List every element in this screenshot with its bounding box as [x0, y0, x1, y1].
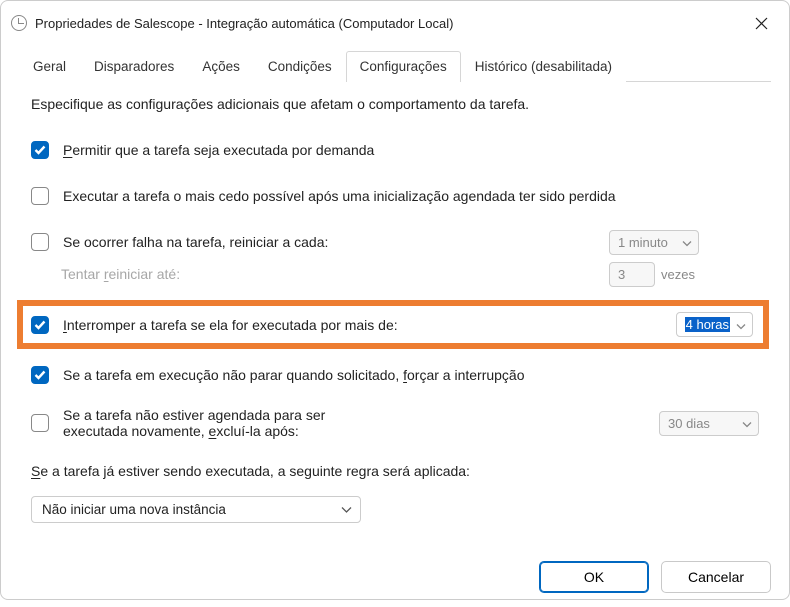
- chevron-down-icon: [742, 416, 752, 431]
- input-retry-count: 3: [609, 262, 655, 287]
- label-restart-on-fail: Se ocorrer falha na tarefa, reiniciar a …: [63, 234, 595, 250]
- row-force-stop: Se a tarefa em execução não parar quando…: [31, 361, 759, 389]
- chevron-down-icon: [736, 317, 746, 332]
- row-delete-if-not-scheduled: Se a tarefa não estiver agendada para se…: [31, 407, 759, 439]
- checkbox-stop-if-longer[interactable]: [31, 316, 49, 334]
- label-retry-unit: vezes: [661, 267, 695, 282]
- select-already-running-rule[interactable]: Não iniciar uma nova instância: [31, 496, 361, 523]
- checkbox-allow-on-demand[interactable]: [31, 141, 49, 159]
- close-icon: [755, 17, 768, 30]
- settings-description: Especifique as configurações adicionais …: [31, 96, 759, 112]
- label-allow-on-demand: Permitir que a tarefa seja executada por…: [63, 142, 759, 158]
- tab-geral[interactable]: Geral: [19, 51, 80, 82]
- checkbox-run-asap-missed[interactable]: [31, 187, 49, 205]
- close-button[interactable]: [747, 9, 775, 37]
- tab-disparadores[interactable]: Disparadores: [80, 51, 188, 82]
- chevron-down-icon: [682, 235, 692, 250]
- settings-panel: Especifique as configurações adicionais …: [1, 82, 789, 551]
- tab-historico[interactable]: Histórico (desabilitada): [461, 51, 626, 82]
- ok-button[interactable]: OK: [539, 561, 649, 593]
- properties-dialog: Propriedades de Salescope - Integração a…: [0, 0, 790, 600]
- label-force-stop: Se a tarefa em execução não parar quando…: [63, 367, 759, 383]
- checkbox-force-stop[interactable]: [31, 366, 49, 384]
- checkbox-restart-on-fail[interactable]: [31, 233, 49, 251]
- clock-icon: [11, 15, 27, 31]
- select-delete-after: 30 dias: [659, 411, 759, 436]
- row-allow-on-demand: Permitir que a tarefa seja executada por…: [31, 136, 759, 164]
- label-delete-if-not-scheduled: Se a tarefa não estiver agendada para se…: [63, 407, 347, 439]
- select-stop-duration[interactable]: 4 horas: [676, 312, 753, 337]
- tab-configuracoes[interactable]: Configurações: [346, 51, 461, 82]
- window-title: Propriedades de Salescope - Integração a…: [35, 16, 747, 31]
- tab-bar: Geral Disparadores Ações Condições Confi…: [1, 45, 789, 82]
- row-already-running-label: Se a tarefa já estiver sendo executada, …: [31, 457, 759, 485]
- highlighted-row-stop-if-longer: Interromper a tarefa se ela for executad…: [17, 300, 769, 349]
- label-retry-until: Tentar reiniciar até:: [61, 266, 595, 282]
- row-run-asap-missed: Executar a tarefa o mais cedo possível a…: [31, 182, 759, 210]
- label-run-asap-missed: Executar a tarefa o mais cedo possível a…: [63, 188, 759, 204]
- tab-condicoes[interactable]: Condições: [254, 51, 346, 82]
- chevron-down-icon: [341, 502, 352, 517]
- row-already-running-select: Não iniciar uma nova instância: [31, 495, 759, 523]
- tab-acoes[interactable]: Ações: [188, 51, 254, 82]
- label-already-running: Se a tarefa já estiver sendo executada, …: [31, 463, 759, 479]
- row-retry-until: Tentar reiniciar até: 3 vezes: [61, 260, 759, 288]
- titlebar: Propriedades de Salescope - Integração a…: [1, 1, 789, 45]
- row-restart-on-fail: Se ocorrer falha na tarefa, reiniciar a …: [31, 228, 759, 256]
- checkbox-delete-if-not-scheduled[interactable]: [31, 414, 49, 432]
- cancel-button[interactable]: Cancelar: [661, 561, 771, 593]
- dialog-footer: OK Cancelar: [1, 551, 789, 607]
- select-restart-interval: 1 minuto: [609, 230, 699, 255]
- label-stop-if-longer: Interromper a tarefa se ela for executad…: [63, 317, 662, 333]
